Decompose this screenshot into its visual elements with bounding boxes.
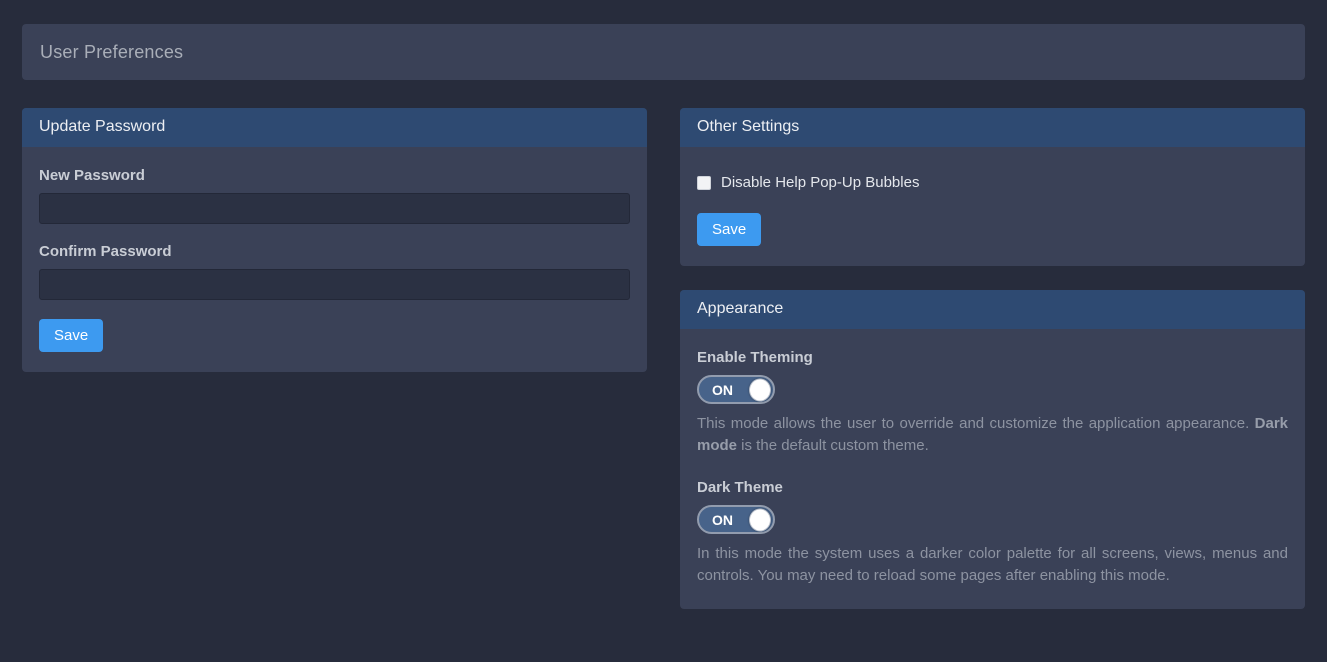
appearance-panel: Appearance Enable Theming ON This mode a… bbox=[680, 290, 1305, 609]
update-password-save-button[interactable]: Save bbox=[39, 319, 103, 352]
other-settings-panel-title: Other Settings bbox=[680, 108, 1305, 147]
dark-theme-label: Dark Theme bbox=[697, 479, 1288, 496]
page-title-bar: User Preferences bbox=[22, 24, 1305, 80]
content-columns: Update Password New Password Confirm Pas… bbox=[22, 108, 1305, 609]
disable-help-popup-row: Disable Help Pop-Up Bubbles bbox=[697, 174, 1288, 191]
toggle-knob-icon bbox=[749, 508, 771, 531]
enable-theming-label: Enable Theming bbox=[697, 349, 1288, 366]
enable-theming-description-part2: is the default custom theme. bbox=[737, 437, 929, 454]
new-password-input[interactable] bbox=[39, 193, 630, 224]
user-preferences-page: User Preferences Update Password New Pas… bbox=[0, 0, 1327, 662]
left-column: Update Password New Password Confirm Pas… bbox=[22, 108, 647, 372]
dark-theme-toggle-state: ON bbox=[712, 512, 733, 528]
toggle-knob-icon bbox=[749, 378, 771, 401]
right-column: Other Settings Disable Help Pop-Up Bubbl… bbox=[680, 108, 1305, 609]
page-title: User Preferences bbox=[40, 42, 183, 63]
other-settings-save-button[interactable]: Save bbox=[697, 213, 761, 246]
dark-theme-setting: Dark Theme ON In this mode the system us… bbox=[697, 479, 1288, 587]
disable-help-popup-checkbox[interactable] bbox=[697, 176, 711, 190]
new-password-label: New Password bbox=[39, 167, 630, 184]
disable-help-popup-label[interactable]: Disable Help Pop-Up Bubbles bbox=[721, 174, 919, 191]
update-password-panel: Update Password New Password Confirm Pas… bbox=[22, 108, 647, 372]
confirm-password-input[interactable] bbox=[39, 269, 630, 300]
enable-theming-toggle-state: ON bbox=[712, 382, 733, 398]
enable-theming-toggle[interactable]: ON bbox=[697, 375, 775, 404]
dark-theme-toggle[interactable]: ON bbox=[697, 505, 775, 534]
dark-theme-description: In this mode the system uses a darker co… bbox=[697, 543, 1288, 587]
enable-theming-description-part1: This mode allows the user to override an… bbox=[697, 415, 1255, 432]
enable-theming-setting: Enable Theming ON This mode allows the u… bbox=[697, 349, 1288, 457]
other-settings-panel: Other Settings Disable Help Pop-Up Bubbl… bbox=[680, 108, 1305, 266]
update-password-panel-title: Update Password bbox=[22, 108, 647, 147]
appearance-panel-body: Enable Theming ON This mode allows the u… bbox=[680, 329, 1305, 609]
dark-theme-description-part1: In this mode the system uses a darker co… bbox=[697, 545, 1288, 584]
enable-theming-description: This mode allows the user to override an… bbox=[697, 413, 1288, 457]
confirm-password-label: Confirm Password bbox=[39, 243, 630, 260]
appearance-panel-title: Appearance bbox=[680, 290, 1305, 329]
other-settings-panel-body: Disable Help Pop-Up Bubbles Save bbox=[680, 147, 1305, 266]
update-password-panel-body: New Password Confirm Password Save bbox=[22, 147, 647, 372]
